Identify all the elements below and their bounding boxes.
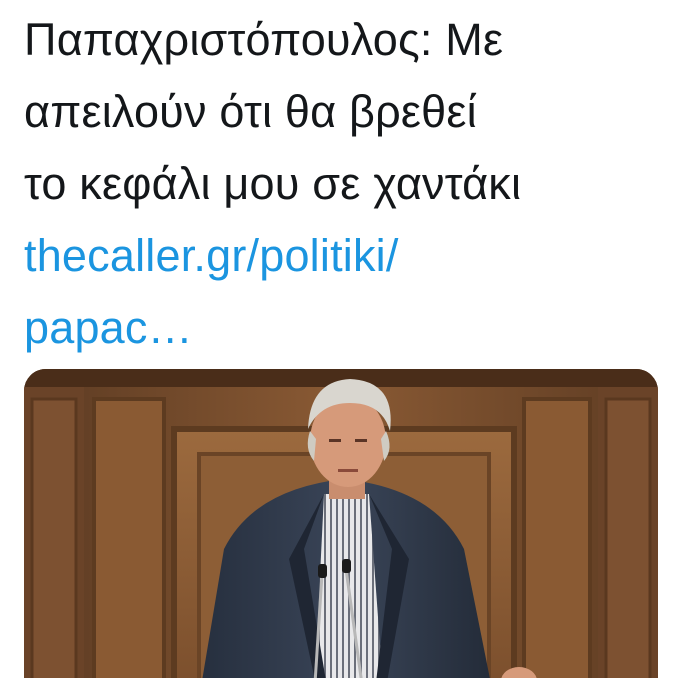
tweet-media-photo[interactable] — [24, 369, 658, 678]
tweet-card: Παπαχριστόπουλος: Με απειλούν ότι θα βρε… — [0, 0, 680, 678]
tweet-text: Παπαχριστόπουλος: Με απειλούν ότι θα βρε… — [24, 4, 664, 364]
tweet-text-line-2: απειλούν ότι θα βρεθεί — [24, 86, 477, 137]
tweet-text-line-3: το κεφάλι μου σε χαντάκι — [24, 158, 522, 209]
article-link-line-2: papac… — [24, 302, 193, 353]
photo-image — [24, 369, 658, 678]
article-link[interactable]: thecaller.gr/politiki/ papac… — [24, 220, 664, 364]
tweet-text-line-1: Παπαχριστόπουλος: Με — [24, 14, 504, 65]
article-link-line-1: thecaller.gr/politiki/ — [24, 230, 399, 281]
